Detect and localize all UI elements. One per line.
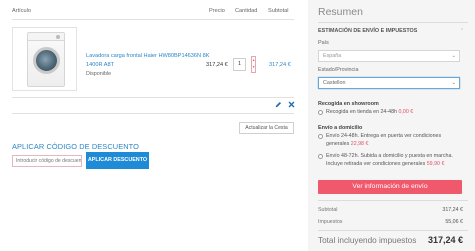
country-label: País xyxy=(318,40,329,46)
chevron-up-icon[interactable]: ⌃ xyxy=(460,28,464,34)
subtotal-label: Subtotal xyxy=(318,207,338,213)
shipping-option-label: Recogida en tienda en 24-48h xyxy=(326,109,397,115)
shipping-option-label: Envío 24-48h. Entrega en puerta ver cond… xyxy=(326,133,442,147)
country-select-value: España xyxy=(323,53,342,59)
region-select[interactable]: Castellon ⌄ xyxy=(318,77,460,89)
chevron-down-icon: ⌄ xyxy=(451,53,456,59)
shipping-option-price: 22,98 € xyxy=(350,140,369,147)
chevron-down-icon: ⌄ xyxy=(451,80,456,86)
shipping-option-48-72h[interactable]: Envío 48-72h. Subida a domicilio y puest… xyxy=(318,153,458,168)
discount-title[interactable]: APLICAR CÓDIGO DE DESCUENTO xyxy=(12,142,139,151)
divider xyxy=(318,200,468,201)
pencil-icon[interactable] xyxy=(275,101,282,108)
home-delivery-section-title: Envío a domicilio xyxy=(318,125,363,131)
close-icon[interactable] xyxy=(288,101,295,108)
radio-button[interactable] xyxy=(318,110,323,115)
order-summary-panel: Resumen ESTIMACIÓN DE ENVÍO E IMPUESTOS … xyxy=(308,0,475,251)
shipping-estimate-title[interactable]: ESTIMACIÓN DE ENVÍO E IMPUESTOS xyxy=(318,28,417,34)
tax-label: Impuestos xyxy=(318,219,343,225)
discount-code-input[interactable] xyxy=(12,155,82,167)
view-shipping-info-button[interactable]: Ver información de envío xyxy=(318,180,462,194)
divider xyxy=(12,19,294,20)
column-header-article: Artículo xyxy=(12,8,31,14)
radio-button[interactable] xyxy=(318,134,323,139)
radio-button[interactable] xyxy=(318,154,323,159)
divider xyxy=(318,22,468,23)
divider xyxy=(12,97,294,98)
quantity-stepper[interactable]: ▲ ▼ xyxy=(251,56,256,73)
grand-total-row: Total incluyendo impuestos 317,24 € xyxy=(318,235,463,245)
grand-total-value: 317,24 € xyxy=(427,235,463,245)
apply-discount-button[interactable]: APLICAR DESCUENTO xyxy=(86,152,149,169)
region-select-value: Castellon xyxy=(323,80,346,86)
summary-title: Resumen xyxy=(318,6,363,18)
subtotal-row: Subtotal 317,24 € xyxy=(318,207,463,213)
shipping-option-price: 59,90 € xyxy=(426,160,445,167)
divider xyxy=(12,113,294,114)
tax-row: Impuestos 55,06 € xyxy=(318,219,463,225)
column-header-subtotal: Subtotal xyxy=(268,8,289,14)
shipping-option-price: 0,00 € xyxy=(398,109,414,115)
update-cart-button[interactable]: Actualizar la Cesta xyxy=(239,122,294,134)
quantity-input[interactable]: 1 xyxy=(233,58,246,71)
subtotal-value: 317,24 € xyxy=(442,207,463,213)
column-header-price: Precio xyxy=(209,8,225,14)
stepper-up-icon[interactable]: ▲ xyxy=(252,57,255,64)
grand-total-label: Total incluyendo impuestos xyxy=(318,236,417,245)
product-name-link[interactable]: Lavadora carga frontal Haier HW80BP14636… xyxy=(86,52,211,69)
divider xyxy=(318,230,468,231)
pickup-section-title: Recogida en showroom xyxy=(318,101,379,107)
product-subtotal: 317,24 € xyxy=(269,62,291,68)
column-header-quantity: Cantidad xyxy=(235,8,258,14)
product-price: 317,24 € xyxy=(206,62,228,68)
product-thumbnail[interactable] xyxy=(12,27,77,91)
region-label: Estado/Provincia xyxy=(318,67,359,73)
stepper-down-icon[interactable]: ▼ xyxy=(252,64,255,71)
shipping-option-24-48h[interactable]: Envío 24-48h. Entrega en puerta ver cond… xyxy=(318,133,458,148)
stock-status: Disponible xyxy=(86,71,112,77)
tax-value: 55,06 € xyxy=(445,219,463,225)
country-select[interactable]: España ⌄ xyxy=(318,50,460,62)
washing-machine-icon xyxy=(27,32,65,87)
shipping-option-pickup[interactable]: Recogida en tienda en 24-48h 0,00 € xyxy=(318,109,458,117)
